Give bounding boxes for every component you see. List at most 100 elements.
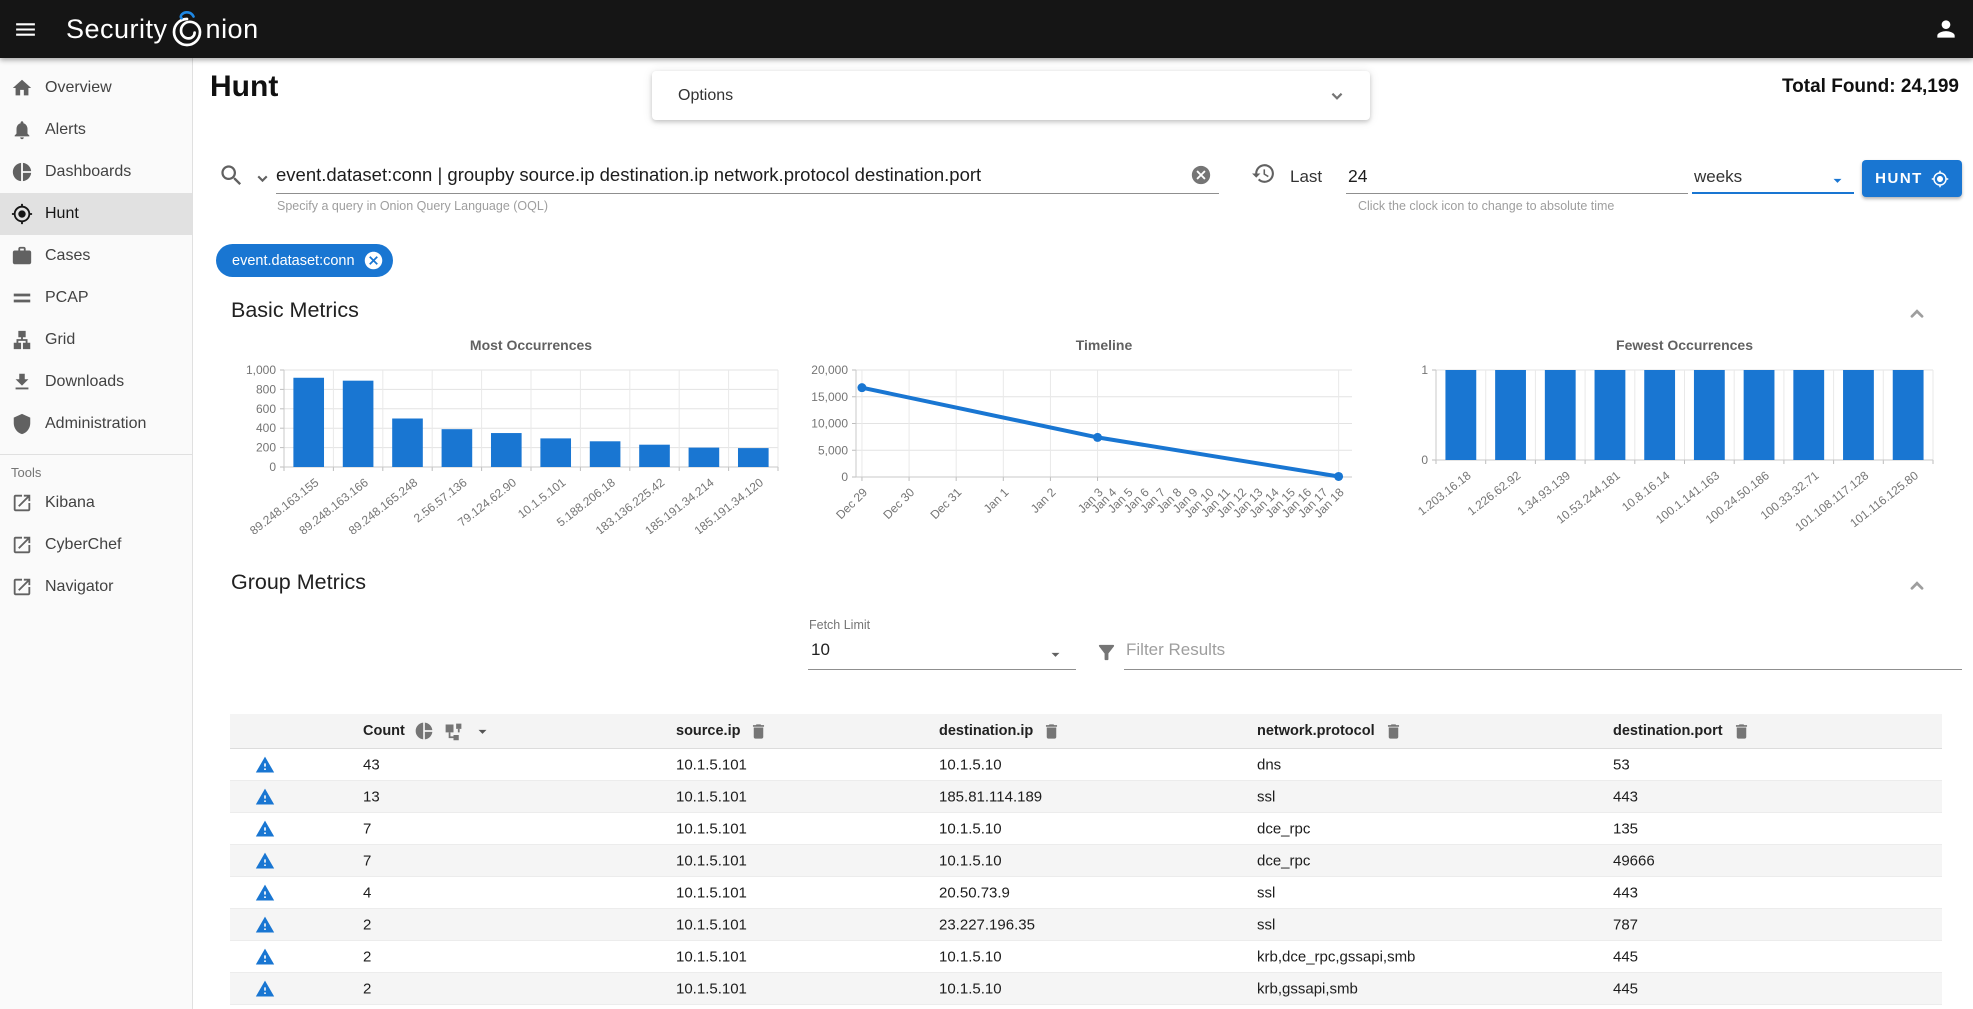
chart-type-icon[interactable] [443,721,464,742]
bar[interactable] [1793,370,1824,460]
query-history-caret-icon[interactable] [254,170,271,187]
filter-results-input[interactable] [1126,635,1836,665]
bar[interactable] [1545,370,1576,460]
filter-chip[interactable]: event.dataset:conn [216,244,393,277]
cell-destination-port[interactable]: 443 [1613,884,1638,901]
query-clear-icon[interactable] [1190,164,1212,186]
cell-network-protocol[interactable]: dce_rpc [1257,852,1310,869]
cell-count[interactable]: 7 [363,852,371,869]
destination-ip-header-label[interactable]: destination.ip [939,723,1033,739]
time-value-input[interactable] [1348,161,1678,191]
row-warning-icon[interactable] [255,787,275,807]
row-warning-icon[interactable] [255,819,275,839]
cell-source-ip[interactable]: 10.1.5.101 [676,820,747,837]
group-metrics-collapse-icon[interactable] [1906,575,1928,597]
cell-network-protocol[interactable]: krb,dce_rpc,gssapi,smb [1257,948,1415,965]
cell-source-ip[interactable]: 10.1.5.101 [676,980,747,997]
row-warning-icon[interactable] [255,851,275,871]
cell-destination-port[interactable]: 443 [1613,788,1638,805]
cell-destination-port[interactable]: 49666 [1613,852,1655,869]
time-unit-caret-icon[interactable] [1828,171,1847,190]
cell-destination-ip[interactable]: 10.1.5.10 [939,980,1002,997]
sidebar-item-administration[interactable]: Administration [0,403,192,445]
fetch-limit-caret-icon[interactable] [1046,645,1065,664]
data-point[interactable] [1334,472,1343,481]
sidebar-item-cases[interactable]: Cases [0,235,192,277]
remove-column-trash-icon[interactable] [749,722,768,741]
pie-chart-toggle-icon[interactable] [414,721,434,741]
sidebar-item-dashboards[interactable]: Dashboards [0,151,192,193]
hunt-button[interactable]: HUNT [1862,160,1962,197]
cell-count[interactable]: 7 [363,820,371,837]
cell-source-ip[interactable]: 10.1.5.101 [676,948,747,965]
query-input[interactable] [276,158,1181,192]
cell-source-ip[interactable]: 10.1.5.101 [676,884,747,901]
cell-destination-port[interactable]: 445 [1613,948,1638,965]
cell-count[interactable]: 2 [363,980,371,997]
cell-network-protocol[interactable]: dce_rpc [1257,820,1310,837]
sidebar-item-hunt[interactable]: Hunt [0,193,192,235]
relative-time-clock-icon[interactable] [1251,161,1276,186]
bar[interactable] [1843,370,1874,460]
remove-column-trash-icon[interactable] [1042,722,1061,741]
bar[interactable] [1495,370,1526,460]
row-warning-icon[interactable] [255,915,275,935]
menu-icon[interactable] [13,17,38,42]
cell-destination-ip[interactable]: 10.1.5.10 [939,756,1002,773]
network-protocol-header-label[interactable]: network.protocol [1257,723,1375,739]
cell-destination-ip[interactable]: 23.227.196.35 [939,916,1035,933]
bar[interactable] [1595,370,1626,460]
cell-network-protocol[interactable]: ssl [1257,916,1275,933]
time-unit-select[interactable]: weeks [1694,167,1742,187]
sidebar-item-grid[interactable]: Grid [0,319,192,361]
cell-count[interactable]: 4 [363,884,371,901]
cell-network-protocol[interactable]: krb,gssapi,smb [1257,980,1358,997]
row-warning-icon[interactable] [255,755,275,775]
cell-destination-port[interactable]: 135 [1613,820,1638,837]
bar[interactable] [738,448,769,467]
row-warning-icon[interactable] [255,883,275,903]
cell-count[interactable]: 43 [363,756,380,773]
destination-port-header-label[interactable]: destination.port [1613,723,1723,739]
bar[interactable] [689,448,720,467]
cell-count[interactable]: 13 [363,788,380,805]
bar[interactable] [1445,370,1476,460]
cell-destination-port[interactable]: 445 [1613,980,1638,997]
sidebar-item-pcap[interactable]: PCAP [0,277,192,319]
row-warning-icon[interactable] [255,979,275,999]
fetch-limit-select[interactable]: 10 [811,640,830,660]
bar[interactable] [293,378,324,467]
count-header-label[interactable]: Count [363,723,405,739]
cell-destination-ip[interactable]: 20.50.73.9 [939,884,1010,901]
cell-network-protocol[interactable]: dns [1257,756,1281,773]
cell-destination-ip[interactable]: 10.1.5.10 [939,852,1002,869]
bar[interactable] [1694,370,1725,460]
cell-destination-port[interactable]: 787 [1613,916,1638,933]
cell-destination-ip[interactable]: 10.1.5.10 [939,820,1002,837]
cell-destination-port[interactable]: 53 [1613,756,1630,773]
bar[interactable] [1893,370,1924,460]
data-point[interactable] [857,383,866,392]
bar[interactable] [442,429,473,467]
cell-source-ip[interactable]: 10.1.5.101 [676,788,747,805]
sidebar-item-alerts[interactable]: Alerts [0,109,192,151]
user-account-icon[interactable] [1933,16,1959,42]
bar[interactable] [1644,370,1675,460]
cell-source-ip[interactable]: 10.1.5.101 [676,852,747,869]
bar[interactable] [1744,370,1775,460]
bar[interactable] [590,441,621,467]
cell-destination-ip[interactable]: 10.1.5.10 [939,948,1002,965]
bar[interactable] [639,445,670,467]
chart-type-caret-icon[interactable] [473,722,492,741]
cell-network-protocol[interactable]: ssl [1257,788,1275,805]
sidebar-item-kibana[interactable]: Kibana [0,482,192,524]
cell-count[interactable]: 2 [363,948,371,965]
row-warning-icon[interactable] [255,947,275,967]
basic-metrics-collapse-icon[interactable] [1906,303,1928,325]
options-dropdown[interactable]: Options [652,71,1370,120]
sidebar-item-navigator[interactable]: Navigator [0,566,192,608]
source-ip-header-label[interactable]: source.ip [676,723,740,739]
cell-destination-ip[interactable]: 185.81.114.189 [939,788,1042,805]
sidebar-item-downloads[interactable]: Downloads [0,361,192,403]
remove-column-trash-icon[interactable] [1384,722,1403,741]
